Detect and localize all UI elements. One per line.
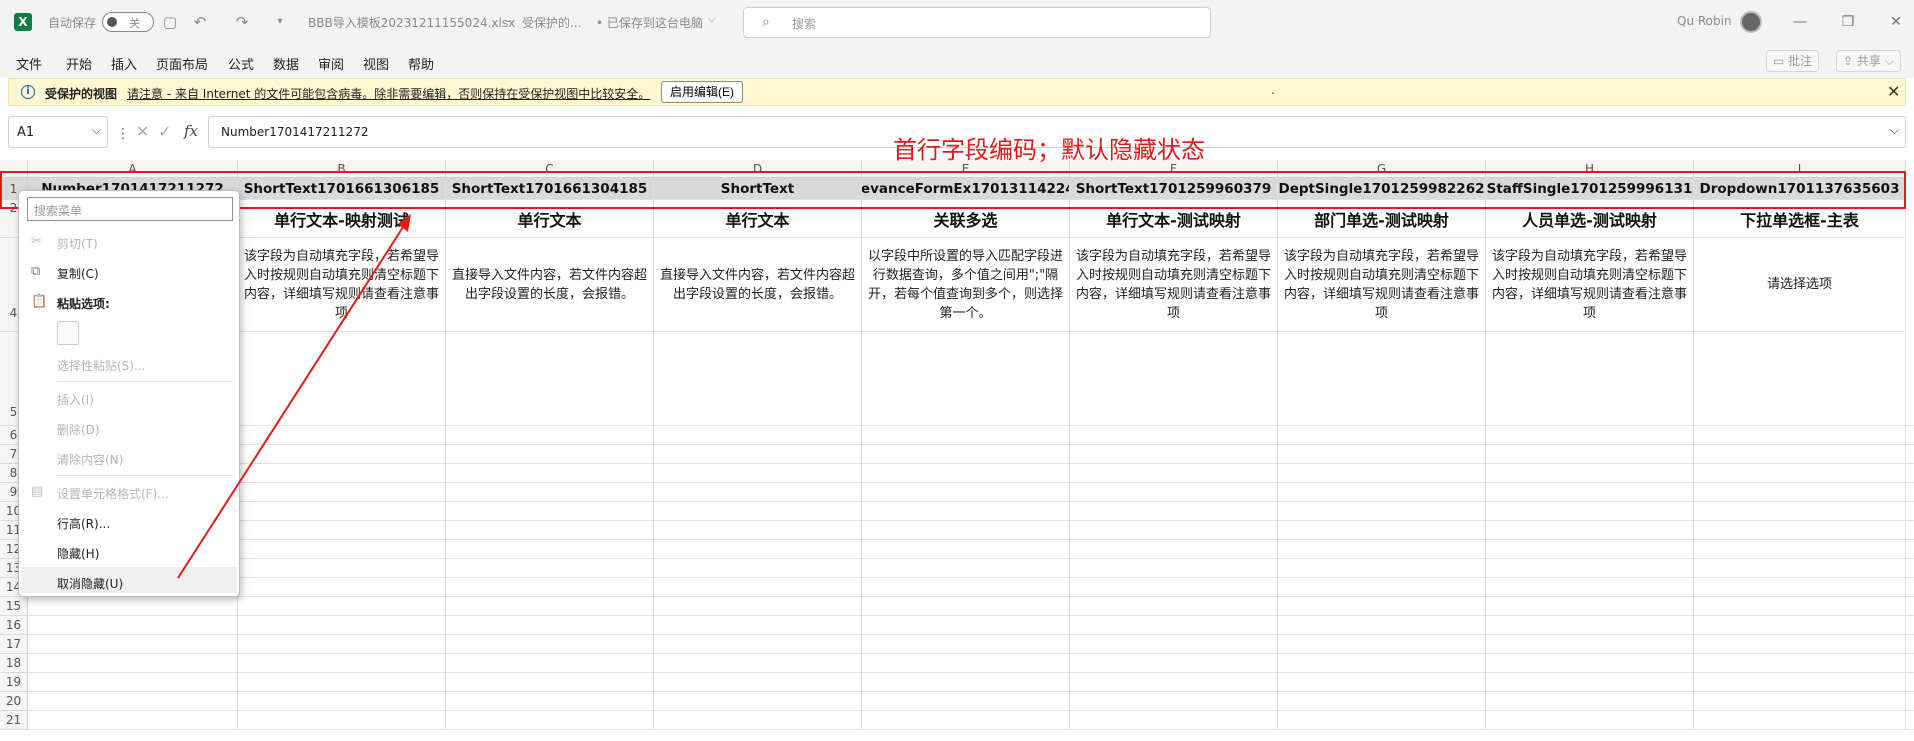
arrow-line — [177, 223, 406, 579]
excel-window: X 自动保存 关 ▢ ↶ ↷ ▾ BBB导入模板20231211155024.x… — [0, 0, 1914, 741]
annotation-arrow — [177, 214, 411, 579]
arrow-head — [398, 214, 411, 232]
